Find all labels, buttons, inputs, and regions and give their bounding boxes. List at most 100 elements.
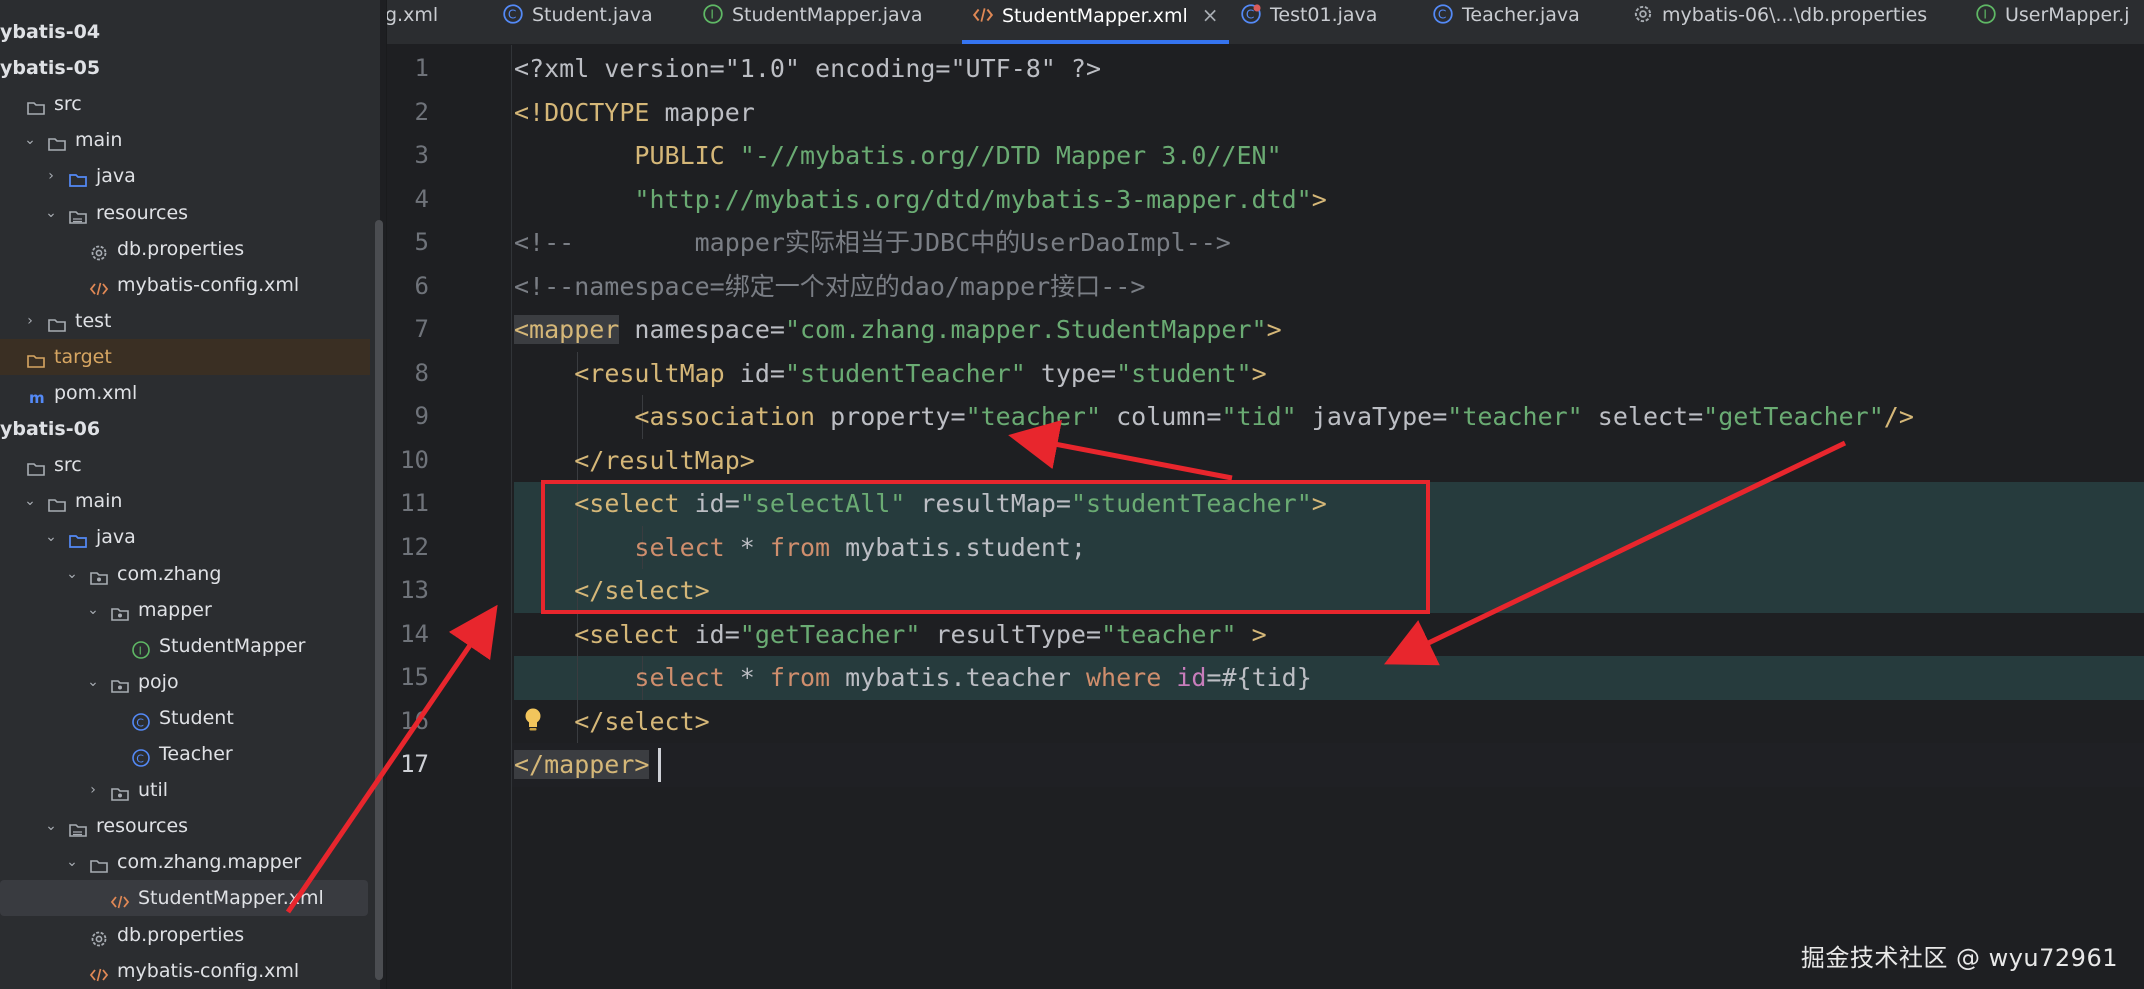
tree-item-util[interactable]: › util (0, 772, 370, 808)
tree-item-java[interactable]: › java (0, 158, 370, 194)
chevron-right-icon[interactable]: › (86, 772, 100, 808)
line-number[interactable]: 14 (387, 613, 429, 657)
tree-item-db-properties[interactable]: db.properties (0, 917, 370, 953)
chevron-right-icon[interactable]: › (44, 158, 58, 194)
code-line[interactable]: select * from mybatis.student; (514, 526, 1086, 570)
line-number[interactable]: 12 (387, 526, 429, 570)
code-line[interactable]: select * from mybatis.teacher where id=#… (514, 656, 1311, 700)
code-token: /> (1883, 402, 1914, 431)
tree-item-student[interactable]: C Student (0, 700, 370, 736)
tree-item-ybatis-05[interactable]: ybatis-05 (0, 50, 370, 86)
code-token: = (1101, 358, 1117, 388)
tree-item-main[interactable]: ⌄ main (0, 483, 370, 519)
chevron-right-icon[interactable]: › (23, 303, 37, 339)
chevron-down-icon[interactable]: ⌄ (44, 808, 58, 844)
chevron-down-icon[interactable]: ⌄ (65, 844, 79, 880)
code-line[interactable]: <!DOCTYPE mapper (514, 91, 755, 135)
package-icon (110, 600, 130, 621)
tab-test01-java[interactable]: C Test01.java (1240, 0, 1377, 44)
tree-item-db-properties[interactable]: db.properties (0, 231, 370, 267)
line-number[interactable]: 6 (387, 265, 429, 309)
line-number[interactable]: 8 (387, 352, 429, 396)
tree-item-label: db.properties (117, 923, 245, 946)
tree-item-ybatis-04[interactable]: ybatis-04 (0, 14, 370, 50)
tree-item-java[interactable]: ⌄ java (0, 519, 370, 555)
line-number[interactable]: 2 (387, 91, 429, 135)
line-number[interactable]: 5 (387, 221, 429, 265)
code-line[interactable]: <resultMap id="studentTeacher" type="stu… (514, 352, 1266, 396)
tree-item-resources[interactable]: ⌄ resources (0, 808, 370, 844)
line-number[interactable]: 16 (387, 700, 429, 744)
tree-item-studentmapper[interactable]: I StudentMapper (0, 628, 370, 664)
tree-item-pojo[interactable]: ⌄ pojo (0, 664, 370, 700)
code-line[interactable]: <mapper namespace="com.zhang.mapper.Stud… (514, 308, 1282, 352)
tab-mybatis-06-db-properties[interactable]: mybatis-06\...\db.properties (1632, 0, 1927, 44)
tree-item-pom-xml[interactable]: m pom.xml (0, 375, 370, 411)
tree-item-main[interactable]: ⌄ main (0, 122, 370, 158)
tree-item-src[interactable]: src (0, 86, 370, 122)
line-number[interactable]: 17 (387, 743, 429, 787)
code-line[interactable]: <select id="selectAll" resultMap="studen… (514, 482, 1327, 526)
code-line[interactable]: <association property="teacher" column="… (514, 395, 1914, 439)
line-number[interactable]: 7 (387, 308, 429, 352)
interface-icon: I (1975, 3, 1997, 25)
code-line[interactable]: </mapper> (514, 743, 650, 787)
code-line[interactable]: </select> (514, 569, 709, 613)
line-number[interactable]: 9 (387, 395, 429, 439)
code-line[interactable]: PUBLIC "-//mybatis.org//DTD Mapper 3.0//… (514, 134, 1281, 178)
tree-item-target[interactable]: target (0, 338, 370, 375)
code-token: <!DOCTYPE (514, 97, 665, 127)
tab-studentmapper-java[interactable]: I StudentMapper.java (702, 0, 923, 44)
code-token: = (724, 489, 740, 518)
chevron-down-icon[interactable]: ⌄ (65, 556, 79, 592)
code-line[interactable]: <!--namespace=绑定一个对应的dao/mapper接口--> (514, 265, 1145, 309)
code-token: PUBLIC (514, 141, 740, 170)
code-line[interactable]: </resultMap> (514, 439, 755, 483)
chevron-down-icon[interactable]: ⌄ (86, 592, 100, 628)
class-icon: C (131, 744, 151, 767)
tree-item-mybatis-config-xml[interactable]: mybatis-config.xml (0, 267, 370, 303)
tree-item-com-zhang[interactable]: ⌄ com.zhang (0, 556, 370, 592)
line-number[interactable]: 10 (387, 439, 429, 483)
tree-item-studentmapper-xml[interactable]: StudentMapper.xml (0, 880, 368, 917)
line-number[interactable]: 1 (387, 47, 429, 91)
code-token: <!-- mapper实际相当于JDBC中的UserDaoImpl--> (514, 228, 1231, 257)
code-token: mybatis.student; (830, 532, 1086, 562)
tree-item-mybatis-config-xml[interactable]: mybatis-config.xml (0, 953, 370, 989)
test-class-icon: C (1240, 3, 1262, 25)
tree-item-ybatis-06[interactable]: ybatis-06 (0, 411, 370, 447)
tab-studentmapper-xml[interactable]: StudentMapper.xml × (962, 0, 1229, 44)
chevron-down-icon[interactable]: ⌄ (23, 483, 37, 519)
sidebar-scrollbar[interactable] (375, 220, 383, 980)
tab-usermapper-j[interactable]: I UserMapper.j (1975, 0, 2130, 44)
chevron-down-icon[interactable]: ⌄ (86, 664, 100, 700)
line-number[interactable]: 11 (387, 482, 429, 526)
code-line[interactable]: <select id="getTeacher" resultType="teac… (514, 613, 1266, 657)
tree-item-teacher[interactable]: C Teacher (0, 736, 370, 772)
lightbulb-icon[interactable] (522, 707, 544, 733)
tab-teacher-java[interactable]: C Teacher.java (1432, 0, 1580, 44)
tree-item-mapper[interactable]: ⌄ mapper (0, 592, 370, 628)
tree-item-src[interactable]: src (0, 447, 370, 483)
line-number[interactable]: 3 (387, 134, 429, 178)
code-line[interactable]: <?xml version="1.0" encoding="UTF-8" ?> (514, 47, 1101, 91)
tab-student-java[interactable]: C Student.java (502, 0, 653, 44)
tree-item-com-zhang-mapper[interactable]: ⌄ com.zhang.mapper (0, 844, 370, 880)
code-token: type (1025, 358, 1102, 388)
close-icon[interactable]: × (1202, 3, 1219, 27)
tree-item-test[interactable]: › test (0, 303, 370, 339)
tab-g-xml[interactable]: g.xml (387, 0, 438, 44)
line-number[interactable]: 15 (387, 656, 429, 700)
chevron-down-icon[interactable]: ⌄ (44, 195, 58, 231)
code-line[interactable]: "http://mybatis.org/dtd/mybatis-3-mapper… (514, 178, 1326, 222)
tree-item-resources[interactable]: ⌄ resources (0, 195, 370, 231)
line-number[interactable]: 13 (387, 569, 429, 613)
chevron-down-icon[interactable]: ⌄ (23, 122, 37, 158)
chevron-down-icon[interactable]: ⌄ (44, 519, 58, 555)
code-line[interactable]: <!-- mapper实际相当于JDBC中的UserDaoImpl--> (514, 221, 1231, 265)
line-number[interactable]: 4 (387, 178, 429, 222)
code-token: <select (574, 619, 680, 649)
